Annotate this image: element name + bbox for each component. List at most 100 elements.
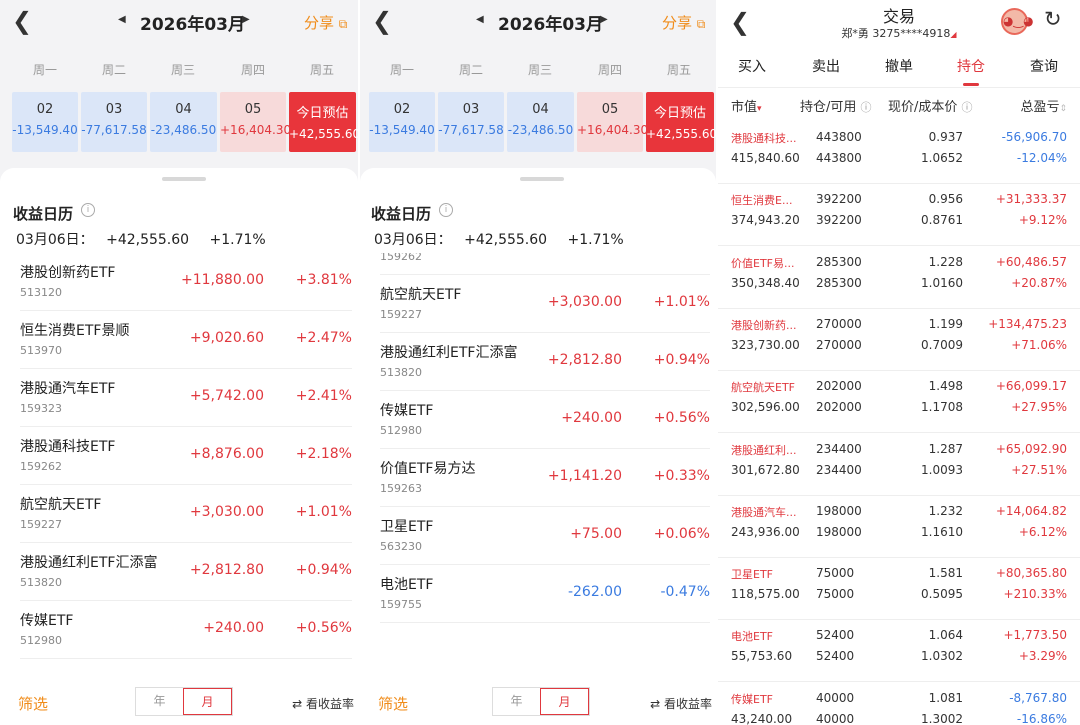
filter-button[interactable]: 筛选	[18, 693, 48, 714]
drag-handle[interactable]	[162, 177, 206, 181]
calendar-day[interactable]: 04 -23,486.50	[150, 92, 217, 152]
section-title: 收益日历	[371, 205, 432, 223]
view-rate-button[interactable]: ⇄ 看收益率	[650, 695, 712, 712]
tab-holdings[interactable]: 持仓	[943, 56, 999, 86]
calendar-day[interactable]: 04 -23,486.50	[507, 92, 574, 152]
current-price: 0.956	[928, 192, 963, 207]
current-price: 1.581	[928, 566, 963, 581]
table-row[interactable]: 港股通科技... 415,840.60 443800 443800 0.937 1.065…	[718, 122, 1080, 184]
list-item[interactable]: 港股创新药ETF 513120 +11,880.00 +3.81%	[0, 253, 358, 311]
available-qty: 202000	[816, 400, 862, 415]
profit-pct: +3.81%	[295, 272, 352, 288]
list-item[interactable]: 传媒ETF 512980 +240.00 +0.56%	[360, 391, 716, 449]
list-item[interactable]: 航空航天ETF 159227 +3,030.00 +1.01%	[0, 485, 358, 543]
table-row[interactable]: 电池ETF 55,753.60 52400 52400 1.064 1.0302 +1,77…	[718, 620, 1080, 683]
calendar-day[interactable]: 05 +16,404.30	[220, 92, 291, 152]
calendar-day[interactable]: 02 -13,549.40	[369, 92, 435, 152]
calendar-day[interactable]: 05 +16,404.30	[577, 92, 648, 152]
header-market-value[interactable]: 市值▾	[731, 96, 762, 115]
calendar-day[interactable]: 03 -77,617.58	[81, 92, 147, 152]
screenshot-root: ❮ ◀ 2026年03月 ▶ 分享 ⧉ 周一 周二 周三 周四 周五 02 -13…	[0, 0, 1080, 725]
day-value: -13,549.40	[12, 123, 78, 137]
list-item[interactable]: 港股通红利ETF汇添富 513820 +2,812.80 +0.94%	[0, 543, 358, 601]
header-pl[interactable]: 总盈亏⇕	[1020, 96, 1067, 115]
dropdown-corner-icon: ◢	[950, 30, 957, 39]
info-icon[interactable]: i	[439, 203, 453, 217]
calendar-day-today[interactable]: 今日预估 +42,555.60	[289, 92, 358, 152]
triangle-right-icon[interactable]: ▶	[600, 14, 608, 25]
profit-amount: +9,020.60	[189, 330, 264, 346]
table-row[interactable]: 航空航天ETF 302,596.00 202000 202000 1.498 1.1708…	[718, 371, 1080, 434]
month-option[interactable]: 月	[540, 688, 589, 715]
total-pl-pct: +3.29%	[1018, 649, 1067, 664]
total-pl: +134,475.23	[988, 316, 1067, 331]
day-value: -23,486.50	[150, 123, 217, 137]
total-pl-pct: +71.06%	[1011, 337, 1067, 352]
fund-code: 159262	[380, 253, 422, 263]
drag-handle[interactable]	[520, 177, 564, 181]
external-share-icon: ⧉	[338, 17, 348, 31]
available-qty: 285300	[816, 275, 862, 290]
triangle-left-icon[interactable]: ◀	[476, 14, 484, 25]
position-qty: 443800	[816, 130, 862, 144]
market-value: 350,348.40	[731, 275, 800, 290]
list-item[interactable]: 港股通科技ETF159262+8,876.00+2.18%	[360, 253, 716, 275]
table-row[interactable]: 传媒ETF 43,240.00 40000 40000 1.081 1.3002 -8,76…	[718, 683, 1080, 725]
view-rate-button[interactable]: ⇄ 看收益率	[292, 695, 354, 712]
calendar-day[interactable]: 02 -13,549.40	[12, 92, 78, 152]
info-icon[interactable]: i	[81, 203, 95, 217]
chevron-left-icon[interactable]: ❮	[372, 7, 392, 35]
cost-price: 1.3002	[921, 711, 963, 725]
table-row[interactable]: 港股通汽车... 243,936.00 198000 198000 1.232 1.161…	[718, 496, 1080, 558]
profit-amount: +2,812.80	[547, 352, 622, 368]
triangle-right-icon[interactable]: ▶	[242, 14, 250, 25]
weekday-label: 周一	[32, 63, 57, 77]
position-qty: 285300	[816, 254, 862, 269]
header-price: 现价/成本价 ⓘ	[888, 96, 973, 115]
filter-button[interactable]: 筛选	[378, 693, 408, 714]
tab-query[interactable]: 查询	[1016, 56, 1072, 76]
share-button[interactable]: 分享 ⧉	[304, 12, 347, 33]
list-item[interactable]: 港股通汽车ETF 159323 +5,742.00 +2.41%	[0, 369, 358, 427]
position-qty: 202000	[816, 379, 862, 394]
profit-pct: +2.41%	[295, 388, 352, 404]
year-option[interactable]: 年	[136, 688, 183, 715]
table-row[interactable]: 恒生消费E... 374,943.20 392200 392200 0.956 0.876…	[718, 184, 1080, 247]
current-price: 1.498	[928, 379, 963, 394]
fund-name: 港股创新药ETF	[20, 265, 116, 281]
list-item[interactable]: 卫星ETF 563230 +75.00 +0.06%	[360, 507, 716, 565]
year-option[interactable]: 年	[493, 688, 540, 715]
table-row[interactable]: 港股通红利... 301,672.80 234400 234400 1.287 1.009…	[718, 434, 1080, 496]
list-item[interactable]: 航空航天ETF 159227 +3,030.00 +1.01%	[360, 275, 716, 333]
triangle-left-icon[interactable]: ◀	[118, 14, 126, 25]
header-text: 总盈亏	[1020, 100, 1060, 115]
table-row[interactable]: 价值ETF易... 350,348.40 285300 285300 1.228 1.01…	[718, 247, 1080, 309]
info-icon[interactable]: ⓘ	[962, 101, 973, 114]
total-pl-pct: +210.33%	[1003, 587, 1067, 602]
refresh-icon[interactable]: ↻	[1044, 7, 1062, 31]
tab-cancel[interactable]: 撤单	[871, 56, 927, 76]
profit-amount: +2,812.80	[189, 562, 264, 578]
list-item[interactable]: 恒生消费ETF景顺 513970 +9,020.60 +2.47%	[0, 311, 358, 369]
chevron-left-icon[interactable]: ❮	[12, 7, 32, 35]
list-item[interactable]: 价值ETF易方达 159263 +1,141.20 +0.33%	[360, 449, 716, 507]
list-item[interactable]: 传媒ETF 512980 +240.00 +0.56%	[0, 601, 358, 659]
avatar-icon[interactable]: ◕‿◕	[1001, 8, 1034, 35]
list-item[interactable]: 港股通红利ETF汇添富 513820 +2,812.80 +0.94%	[360, 333, 716, 391]
tab-buy[interactable]: 买入	[724, 56, 780, 76]
fund-code: 159323	[20, 402, 62, 415]
weekday-label: 周二	[458, 63, 483, 77]
info-icon[interactable]: ⓘ	[861, 101, 872, 114]
table-row[interactable]: 卫星ETF 118,575.00 75000 75000 1.581 0.5095 +80,…	[718, 558, 1080, 621]
tab-sell[interactable]: 卖出	[798, 56, 854, 76]
month-option[interactable]: 月	[183, 688, 232, 715]
total-pl: -56,906.70	[1001, 130, 1067, 144]
share-button[interactable]: 分享 ⧉	[662, 12, 705, 33]
calendar-day[interactable]: 03 -77,617.58	[438, 92, 504, 152]
table-row[interactable]: 港股创新药... 323,730.00 270000 270000 1.199 0.700…	[718, 309, 1080, 371]
list-item[interactable]: 电池ETF 159755 -262.00 -0.47%	[360, 565, 716, 623]
profit-pct: +0.94%	[295, 562, 352, 578]
list-item[interactable]: 港股通科技ETF159262+8,876.00+2.18%	[0, 427, 358, 485]
fund-name: 传媒ETF	[20, 613, 74, 629]
calendar-day-today[interactable]: 今日预估 +42,555.60	[646, 92, 716, 152]
